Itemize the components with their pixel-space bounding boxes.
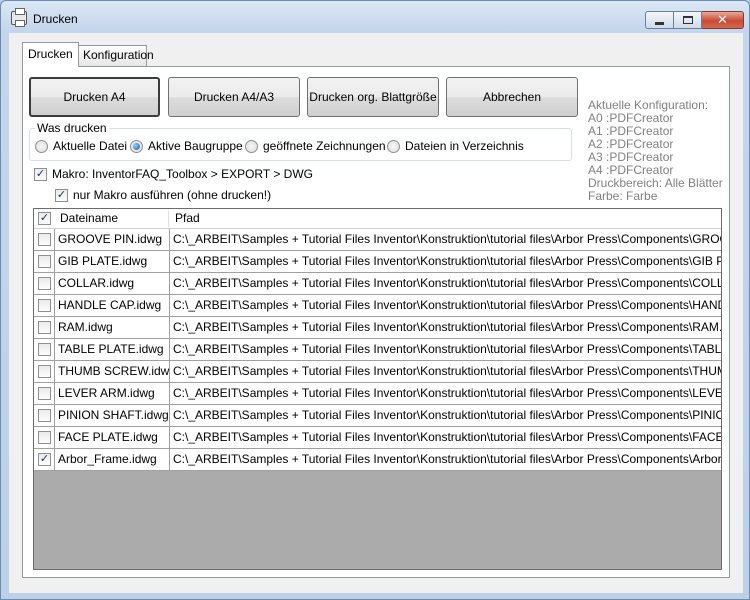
filename-cell[interactable]: Arbor_Frame.idwg	[54, 449, 169, 470]
table-row[interactable]: RAM.idwg C:\_ARBEIT\Samples + Tutorial F…	[34, 317, 721, 339]
row-checkbox[interactable]: ✓	[38, 453, 51, 466]
row-checkbox[interactable]	[38, 299, 51, 312]
filename-cell[interactable]: COLLAR.idwg	[54, 273, 169, 294]
row-checkbox[interactable]	[38, 409, 51, 422]
cancel-button[interactable]: Abbrechen	[446, 77, 578, 117]
maximize-button[interactable]	[674, 11, 702, 29]
row-check-cell	[34, 339, 54, 360]
header-divider	[168, 211, 169, 227]
radio-circle[interactable]	[387, 139, 400, 153]
path-cell[interactable]: C:\_ARBEIT\Samples + Tutorial Files Inve…	[169, 361, 721, 382]
close-icon: ✕	[717, 12, 728, 27]
row-checkbox[interactable]	[38, 255, 51, 268]
group-title: Was drucken	[35, 121, 109, 135]
filename-cell[interactable]: THUMB SCREW.idwg	[54, 361, 169, 382]
path-cell[interactable]: C:\_ARBEIT\Samples + Tutorial Files Inve…	[169, 339, 721, 360]
radio-current-file[interactable]: Aktuelle Datei	[35, 139, 127, 153]
row-check-cell: ✓	[34, 449, 54, 470]
row-checkbox[interactable]	[38, 387, 51, 400]
file-table: ✓ Dateiname Pfad GROOVE PIN.idwg C:\_ARB…	[33, 208, 722, 570]
radio-label: geöffnete Zeichnungen	[263, 139, 386, 153]
tab-drucken[interactable]: Drucken	[22, 42, 79, 67]
print-original-size-button[interactable]: Drucken org. Blattgröße	[307, 77, 439, 117]
macro-checkbox[interactable]: ✓	[34, 168, 47, 181]
print-a4-button[interactable]: Drucken A4	[29, 77, 160, 117]
tab-panel-drucken: Drucken A4 Drucken A4/A3 Drucken org. Bl…	[22, 66, 730, 578]
radio-label: Aktuelle Datei	[53, 139, 128, 153]
row-checkbox[interactable]	[38, 365, 51, 378]
radio-files-in-directory[interactable]: Dateien in Verzeichnis	[387, 139, 524, 153]
row-check-cell	[34, 405, 54, 426]
table-row[interactable]: ✓ Arbor_Frame.idwg C:\_ARBEIT\Samples + …	[34, 449, 721, 471]
table-row[interactable]: GIB PLATE.idwg C:\_ARBEIT\Samples + Tuto…	[34, 251, 721, 273]
printer-icon	[11, 8, 27, 27]
minimize-button[interactable]	[645, 11, 674, 29]
row-checkbox[interactable]	[38, 431, 51, 444]
table-row[interactable]: HANDLE CAP.idwg C:\_ARBEIT\Samples + Tut…	[34, 295, 721, 317]
radio-circle[interactable]	[130, 139, 143, 153]
table-row[interactable]: COLLAR.idwg C:\_ARBEIT\Samples + Tutoria…	[34, 273, 721, 295]
path-cell[interactable]: C:\_ARBEIT\Samples + Tutorial Files Inve…	[169, 229, 721, 250]
macro-label: Makro: InventorFAQ_Toolbox > EXPORT > DW…	[52, 167, 313, 181]
filename-cell[interactable]: FACE PLATE.idwg	[54, 427, 169, 448]
filename-cell[interactable]: HANDLE CAP.idwg	[54, 295, 169, 316]
macro-only-checkbox[interactable]: ✓	[55, 189, 68, 202]
table-row[interactable]: PINION SHAFT.idwg C:\_ARBEIT\Samples + T…	[34, 405, 721, 427]
table-row[interactable]: GROOVE PIN.idwg C:\_ARBEIT\Samples + Tut…	[34, 229, 721, 251]
path-cell[interactable]: C:\_ARBEIT\Samples + Tutorial Files Inve…	[169, 427, 721, 448]
print-a4-a3-button[interactable]: Drucken A4/A3	[168, 77, 300, 117]
radio-active-assembly[interactable]: Aktive Baugruppe	[130, 139, 243, 153]
minimize-icon	[655, 21, 664, 25]
row-check-cell	[34, 317, 54, 338]
filename-cell[interactable]: LEVER ARM.idwg	[54, 383, 169, 404]
radio-circle[interactable]	[245, 139, 258, 153]
current-configuration-info: Aktuelle Konfiguration: A0 :PDFCreator A…	[588, 99, 723, 203]
filename-cell[interactable]: GROOVE PIN.idwg	[54, 229, 169, 250]
path-cell[interactable]: C:\_ARBEIT\Samples + Tutorial Files Inve…	[169, 317, 721, 338]
what-to-print-group: Was drucken Aktuelle Datei Aktive Baugru…	[29, 121, 572, 161]
path-cell[interactable]: C:\_ARBEIT\Samples + Tutorial Files Inve…	[169, 251, 721, 272]
table-row[interactable]: TABLE PLATE.idwg C:\_ARBEIT\Samples + Tu…	[34, 339, 721, 361]
radio-label: Dateien in Verzeichnis	[405, 139, 524, 153]
radio-circle[interactable]	[35, 139, 48, 153]
column-header-filename[interactable]: Dateiname	[56, 209, 118, 228]
title-bar[interactable]: Drucken ✕	[1, 1, 749, 33]
path-cell[interactable]: C:\_ARBEIT\Samples + Tutorial Files Inve…	[169, 273, 721, 294]
row-check-cell	[34, 273, 54, 294]
client-area: Drucken Konfiguration Drucken A4 Drucken…	[9, 33, 743, 593]
row-check-cell	[34, 295, 54, 316]
path-cell[interactable]: C:\_ARBEIT\Samples + Tutorial Files Inve…	[169, 449, 721, 470]
row-checkbox[interactable]	[38, 343, 51, 356]
filename-cell[interactable]: RAM.idwg	[54, 317, 169, 338]
radio-open-drawings[interactable]: geöffnete Zeichnungen	[245, 139, 386, 153]
path-cell[interactable]: C:\_ARBEIT\Samples + Tutorial Files Inve…	[169, 405, 721, 426]
column-header-path[interactable]: Pfad	[171, 209, 200, 228]
macro-only-label: nur Makro ausführen (ohne drucken!)	[73, 188, 272, 202]
filename-cell[interactable]: PINION SHAFT.idwg	[54, 405, 169, 426]
window-title: Drucken	[33, 12, 78, 26]
close-button[interactable]: ✕	[702, 11, 744, 29]
table-header: ✓ Dateiname Pfad	[34, 209, 721, 229]
table-row[interactable]: FACE PLATE.idwg C:\_ARBEIT\Samples + Tut…	[34, 427, 721, 449]
radio-label: Aktive Baugruppe	[148, 139, 243, 153]
maximize-icon	[682, 16, 693, 24]
table-row[interactable]: LEVER ARM.idwg C:\_ARBEIT\Samples + Tuto…	[34, 383, 721, 405]
path-cell[interactable]: C:\_ARBEIT\Samples + Tutorial Files Inve…	[169, 383, 721, 404]
filename-cell[interactable]: TABLE PLATE.idwg	[54, 339, 169, 360]
tab-konfiguration[interactable]: Konfiguration	[77, 45, 154, 66]
row-check-cell	[34, 251, 54, 272]
config-line: Farbe: Farbe	[588, 189, 658, 203]
row-check-cell	[34, 427, 54, 448]
path-cell[interactable]: C:\_ARBEIT\Samples + Tutorial Files Inve…	[169, 295, 721, 316]
row-check-cell	[34, 383, 54, 404]
row-check-cell	[34, 361, 54, 382]
table-row[interactable]: THUMB SCREW.idwg C:\_ARBEIT\Samples + Tu…	[34, 361, 721, 383]
row-check-cell	[34, 229, 54, 250]
row-checkbox[interactable]	[38, 321, 51, 334]
filename-cell[interactable]: GIB PLATE.idwg	[54, 251, 169, 272]
print-dialog-window: Drucken ✕ Drucken Konfiguration Drucken …	[0, 0, 750, 600]
row-checkbox[interactable]	[38, 233, 51, 246]
row-checkbox[interactable]	[38, 277, 51, 290]
select-all-checkbox[interactable]: ✓	[38, 212, 51, 225]
